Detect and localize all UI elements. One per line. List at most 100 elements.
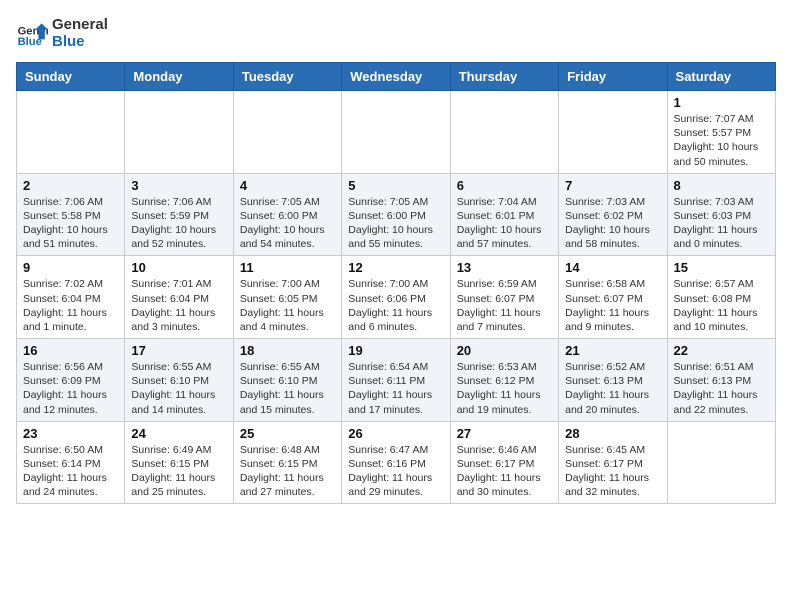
calendar-day-22: 22 Sunrise: 6:51 AM Sunset: 6:13 PM Dayli…: [667, 339, 775, 422]
day-info: Sunrise: 6:48 AM Sunset: 6:15 PM Dayligh…: [240, 443, 335, 500]
calendar-day-28: 28 Sunrise: 6:45 AM Sunset: 6:17 PM Dayli…: [559, 421, 667, 504]
calendar-day-18: 18Sunrise: 6:55 AM Sunset: 6:10 PM Dayli…: [233, 339, 341, 422]
calendar-day-21: 21Sunrise: 6:52 AM Sunset: 6:13 PM Dayli…: [559, 339, 667, 422]
day-header-wednesday: Wednesday: [342, 63, 450, 91]
day-number: 13: [457, 260, 552, 275]
calendar-week-5: 23 Sunrise: 6:50 AM Sunset: 6:14 PM Dayli…: [17, 421, 776, 504]
day-number: 18: [240, 343, 335, 358]
calendar-table: SundayMondayTuesdayWednesdayThursdayFrid…: [16, 62, 776, 504]
day-header-saturday: Saturday: [667, 63, 775, 91]
calendar-day-13: 13 Sunrise: 6:59 AM Sunset: 6:07 PM Dayli…: [450, 256, 558, 339]
day-number: 17: [131, 343, 226, 358]
calendar-day-8: 8 Sunrise: 7:03 AM Sunset: 6:03 PM Daylig…: [667, 173, 775, 256]
day-info: Sunrise: 6:53 AM Sunset: 6:12 PM Dayligh…: [457, 360, 552, 417]
logo-icon: General Blue: [16, 17, 48, 49]
calendar-day-2: 2 Sunrise: 7:06 AM Sunset: 5:58 PM Daylig…: [17, 173, 125, 256]
calendar-empty-cell: [342, 91, 450, 174]
calendar-day-26: 26 Sunrise: 6:47 AM Sunset: 6:16 PM Dayli…: [342, 421, 450, 504]
day-info: Sunrise: 6:47 AM Sunset: 6:16 PM Dayligh…: [348, 443, 443, 500]
calendar-day-10: 10 Sunrise: 7:01 AM Sunset: 6:04 PM Dayli…: [125, 256, 233, 339]
day-number: 27: [457, 426, 552, 441]
logo: General Blue General Blue: [16, 16, 108, 50]
day-number: 6: [457, 178, 552, 193]
calendar-week-3: 9 Sunrise: 7:02 AM Sunset: 6:04 PM Daylig…: [17, 256, 776, 339]
day-number: 10: [131, 260, 226, 275]
day-info: Sunrise: 6:49 AM Sunset: 6:15 PM Dayligh…: [131, 443, 226, 500]
calendar-empty-cell: [125, 91, 233, 174]
day-number: 19: [348, 343, 443, 358]
calendar-day-6: 6 Sunrise: 7:04 AM Sunset: 6:01 PM Daylig…: [450, 173, 558, 256]
day-info: Sunrise: 7:04 AM Sunset: 6:01 PM Dayligh…: [457, 195, 552, 252]
calendar-empty-cell: [17, 91, 125, 174]
day-info: Sunrise: 6:56 AM Sunset: 6:09 PM Dayligh…: [23, 360, 118, 417]
day-number: 14: [565, 260, 660, 275]
day-info: Sunrise: 7:06 AM Sunset: 5:58 PM Dayligh…: [23, 195, 118, 252]
day-number: 4: [240, 178, 335, 193]
calendar-day-14: 14 Sunrise: 6:58 AM Sunset: 6:07 PM Dayli…: [559, 256, 667, 339]
day-number: 28: [565, 426, 660, 441]
calendar-header-row: SundayMondayTuesdayWednesdayThursdayFrid…: [17, 63, 776, 91]
calendar-day-17: 17 Sunrise: 6:55 AM Sunset: 6:10 PM Dayli…: [125, 339, 233, 422]
day-number: 8: [674, 178, 769, 193]
page-header: General Blue General Blue: [16, 16, 776, 50]
day-info: Sunrise: 7:00 AM Sunset: 6:06 PM Dayligh…: [348, 277, 443, 334]
calendar-day-19: 19Sunrise: 6:54 AM Sunset: 6:11 PM Dayli…: [342, 339, 450, 422]
calendar-day-9: 9 Sunrise: 7:02 AM Sunset: 6:04 PM Daylig…: [17, 256, 125, 339]
day-info: Sunrise: 6:50 AM Sunset: 6:14 PM Dayligh…: [23, 443, 118, 500]
day-number: 3: [131, 178, 226, 193]
calendar-empty-cell: [667, 421, 775, 504]
calendar-day-16: 16 Sunrise: 6:56 AM Sunset: 6:09 PM Dayli…: [17, 339, 125, 422]
calendar-day-1: 1Sunrise: 7:07 AM Sunset: 5:57 PM Daylig…: [667, 91, 775, 174]
day-info: Sunrise: 6:46 AM Sunset: 6:17 PM Dayligh…: [457, 443, 552, 500]
day-number: 16: [23, 343, 118, 358]
logo-blue: Blue: [52, 33, 108, 50]
calendar-day-7: 7Sunrise: 7:03 AM Sunset: 6:02 PM Daylig…: [559, 173, 667, 256]
day-info: Sunrise: 6:58 AM Sunset: 6:07 PM Dayligh…: [565, 277, 660, 334]
day-number: 26: [348, 426, 443, 441]
day-info: Sunrise: 7:01 AM Sunset: 6:04 PM Dayligh…: [131, 277, 226, 334]
day-info: Sunrise: 6:59 AM Sunset: 6:07 PM Dayligh…: [457, 277, 552, 334]
day-info: Sunrise: 6:57 AM Sunset: 6:08 PM Dayligh…: [674, 277, 769, 334]
day-header-thursday: Thursday: [450, 63, 558, 91]
logo-general: General: [52, 16, 108, 33]
svg-text:Blue: Blue: [18, 36, 42, 48]
day-info: Sunrise: 7:02 AM Sunset: 6:04 PM Dayligh…: [23, 277, 118, 334]
day-number: 12: [348, 260, 443, 275]
day-header-monday: Monday: [125, 63, 233, 91]
calendar-day-25: 25 Sunrise: 6:48 AM Sunset: 6:15 PM Dayli…: [233, 421, 341, 504]
calendar-day-15: 15 Sunrise: 6:57 AM Sunset: 6:08 PM Dayli…: [667, 256, 775, 339]
day-info: Sunrise: 6:45 AM Sunset: 6:17 PM Dayligh…: [565, 443, 660, 500]
day-info: Sunrise: 7:03 AM Sunset: 6:02 PM Dayligh…: [565, 195, 660, 252]
day-header-sunday: Sunday: [17, 63, 125, 91]
day-info: Sunrise: 7:03 AM Sunset: 6:03 PM Dayligh…: [674, 195, 769, 252]
calendar-week-2: 2 Sunrise: 7:06 AM Sunset: 5:58 PM Daylig…: [17, 173, 776, 256]
calendar-day-3: 3 Sunrise: 7:06 AM Sunset: 5:59 PM Daylig…: [125, 173, 233, 256]
day-number: 2: [23, 178, 118, 193]
calendar-week-1: 1Sunrise: 7:07 AM Sunset: 5:57 PM Daylig…: [17, 91, 776, 174]
day-info: Sunrise: 7:07 AM Sunset: 5:57 PM Dayligh…: [674, 112, 769, 169]
calendar-day-27: 27 Sunrise: 6:46 AM Sunset: 6:17 PM Dayli…: [450, 421, 558, 504]
day-info: Sunrise: 6:51 AM Sunset: 6:13 PM Dayligh…: [674, 360, 769, 417]
day-number: 25: [240, 426, 335, 441]
day-info: Sunrise: 6:55 AM Sunset: 6:10 PM Dayligh…: [131, 360, 226, 417]
calendar-day-20: 20Sunrise: 6:53 AM Sunset: 6:12 PM Dayli…: [450, 339, 558, 422]
day-number: 15: [674, 260, 769, 275]
calendar-day-23: 23 Sunrise: 6:50 AM Sunset: 6:14 PM Dayli…: [17, 421, 125, 504]
day-header-tuesday: Tuesday: [233, 63, 341, 91]
calendar-day-4: 4Sunrise: 7:05 AM Sunset: 6:00 PM Daylig…: [233, 173, 341, 256]
day-number: 11: [240, 260, 335, 275]
calendar-day-24: 24 Sunrise: 6:49 AM Sunset: 6:15 PM Dayli…: [125, 421, 233, 504]
day-number: 22: [674, 343, 769, 358]
day-number: 5: [348, 178, 443, 193]
calendar-day-12: 12 Sunrise: 7:00 AM Sunset: 6:06 PM Dayli…: [342, 256, 450, 339]
day-info: Sunrise: 7:06 AM Sunset: 5:59 PM Dayligh…: [131, 195, 226, 252]
day-number: 23: [23, 426, 118, 441]
day-header-friday: Friday: [559, 63, 667, 91]
calendar-empty-cell: [450, 91, 558, 174]
calendar-day-11: 11Sunrise: 7:00 AM Sunset: 6:05 PM Dayli…: [233, 256, 341, 339]
day-number: 9: [23, 260, 118, 275]
day-number: 21: [565, 343, 660, 358]
calendar-empty-cell: [233, 91, 341, 174]
calendar-week-4: 16 Sunrise: 6:56 AM Sunset: 6:09 PM Dayli…: [17, 339, 776, 422]
day-number: 24: [131, 426, 226, 441]
